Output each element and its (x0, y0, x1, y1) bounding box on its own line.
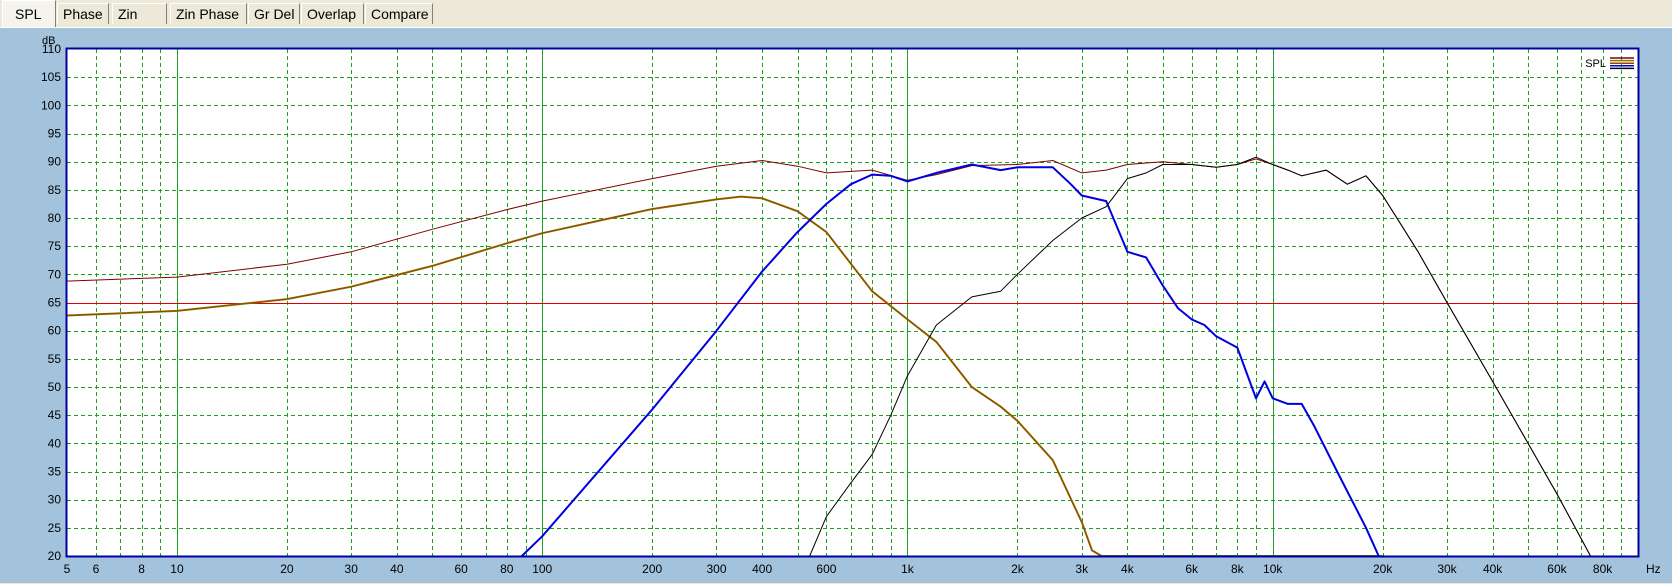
x-tick-label: 60 (455, 562, 469, 576)
x-tick-label: 8k (1231, 562, 1245, 576)
y-tick-label: 100 (41, 98, 61, 112)
tab-spl[interactable]: SPL (2, 0, 56, 27)
x-tick-label: 30 (345, 562, 359, 576)
x-tick-label: 60k (1547, 562, 1567, 576)
tab-bar: SPL Phase Zin Zin Phase Gr Del Overlap C… (0, 0, 1672, 28)
x-tick-label: 300 (706, 562, 726, 576)
x-tick-label: 3k (1075, 562, 1089, 576)
x-tick-label: 10k (1263, 562, 1283, 576)
y-unit-label: dB (42, 35, 55, 47)
y-tick-label: 55 (48, 352, 62, 366)
x-tick-label: 5 (64, 562, 71, 576)
x-tick-label: 80 (500, 562, 514, 576)
y-tick-label: 90 (48, 155, 62, 169)
x-unit-label: Hz (1646, 562, 1661, 576)
y-tick-label: 65 (48, 296, 62, 310)
spl-chart[interactable]: 2025303540455055606570758085909510010511… (0, 28, 1672, 584)
y-tick-label: 25 (48, 521, 62, 535)
y-tick-label: 50 (48, 380, 62, 394)
tab-overlap[interactable]: Overlap (301, 3, 364, 24)
x-tick-label: 8 (138, 562, 145, 576)
x-tick-label: 20 (280, 562, 294, 576)
x-tick-label: 200 (642, 562, 662, 576)
x-tick-label: 20k (1373, 562, 1393, 576)
x-tick-label: 10 (170, 562, 184, 576)
chart-panel: 20 25 30 35 40 45 50 55 60 65 70 75 80 85 90 95 100 105 11… (0, 27, 1672, 583)
y-tick-label: 30 (48, 493, 62, 507)
tab-gr-del[interactable]: Gr Del (248, 3, 300, 24)
x-tick-label: 6k (1185, 562, 1199, 576)
tab-zin[interactable]: Zin (112, 3, 167, 24)
y-tick-label: 35 (48, 465, 62, 479)
y-tick-label: 75 (48, 239, 62, 253)
y-tick-label: 20 (48, 549, 62, 563)
y-tick-label: 85 (48, 183, 62, 197)
y-tick-label: 105 (41, 70, 61, 84)
x-tick-label: 40k (1483, 562, 1503, 576)
x-tick-label: 400 (752, 562, 772, 576)
y-tick-label: 40 (48, 436, 62, 450)
x-tick-label: 100 (532, 562, 552, 576)
legend-label: SPL (1585, 58, 1606, 70)
tab-zin-phase[interactable]: Zin Phase (170, 3, 247, 24)
y-tick-label: 95 (48, 127, 62, 141)
x-tick-label: 6 (93, 562, 100, 576)
x-tick-label: 40 (390, 562, 404, 576)
y-tick-label: 45 (48, 408, 62, 422)
x-tick-label: 600 (816, 562, 836, 576)
tab-compare[interactable]: Compare (365, 3, 433, 24)
x-tick-label: 2k (1011, 562, 1025, 576)
y-tick-label: 70 (48, 267, 62, 281)
x-tick-label: 4k (1121, 562, 1135, 576)
x-tick-label: 80k (1593, 562, 1613, 576)
x-tick-label: 30k (1437, 562, 1457, 576)
x-tick-label: 1k (901, 562, 915, 576)
y-tick-label: 80 (48, 211, 62, 225)
tab-phase[interactable]: Phase (57, 3, 109, 24)
y-tick-label: 60 (48, 324, 62, 338)
